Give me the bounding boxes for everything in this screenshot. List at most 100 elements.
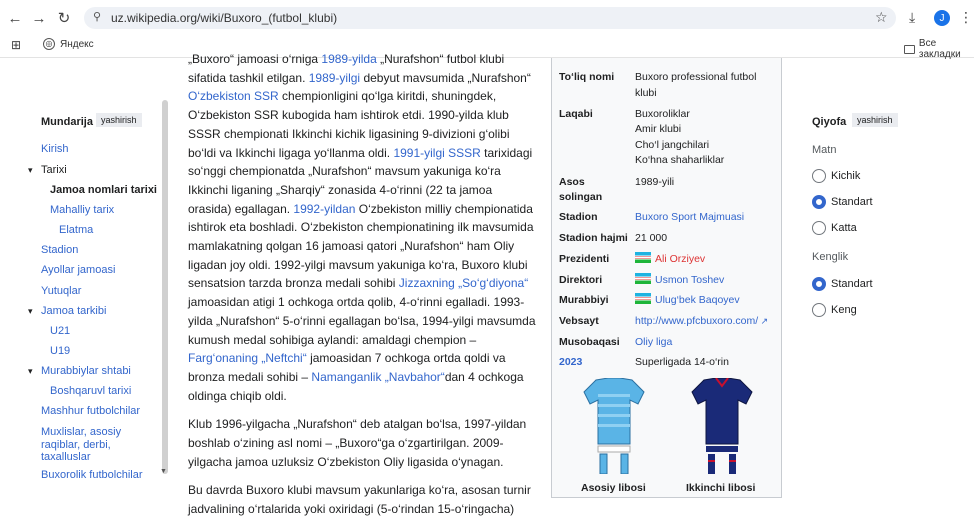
- infobox-key: Asos solingan: [559, 176, 603, 203]
- infobox-link[interactable]: Oliy liga: [635, 336, 672, 348]
- radio-label: Keng: [831, 304, 857, 316]
- toc-item[interactable]: Ayollar jamoasi: [41, 264, 115, 276]
- appearance-title: Qiyofa: [812, 116, 847, 128]
- toc-item[interactable]: Mahalliy tarix: [50, 204, 114, 216]
- paragraph: Bu davrda Buxoro klubi mavsum yakunlarig…: [188, 483, 531, 517]
- appearance-hide-button[interactable]: yashirish: [852, 113, 898, 127]
- infobox-key: Stadion hajmi: [559, 232, 628, 244]
- infobox-key: Murabbiyi: [559, 294, 609, 306]
- infobox-key: Stadion: [559, 211, 598, 223]
- apps-grid-icon[interactable]: ⊞: [11, 38, 21, 52]
- bookmark-label: Все закладки: [918, 38, 961, 60]
- infobox-value: Ko‘hna shaharliklar: [635, 154, 725, 166]
- bookmark-label: Яндекс: [60, 38, 94, 50]
- width-wide-radio[interactable]: [812, 303, 826, 317]
- radio-label: Standart: [831, 196, 873, 208]
- text-size-heading: Matn: [812, 144, 837, 156]
- scroll-down-arrow-icon[interactable]: ▼: [160, 468, 167, 475]
- article-body: „Buxoro“ jamoasi o‘rniga 1989-yilda „Nur…: [188, 52, 536, 529]
- paragraph: „Buxoro“ jamoasi o‘rniga 1989-yilda „Nur…: [188, 50, 536, 405]
- globe-icon: ◎: [43, 38, 55, 50]
- toc-item[interactable]: Elatma: [59, 224, 93, 236]
- forward-button[interactable]: →: [28, 7, 50, 29]
- radio-label: Kichik: [831, 170, 861, 182]
- infobox-link[interactable]: Ali Orziyev: [655, 253, 705, 265]
- toc-item[interactable]: Yutuqlar: [41, 285, 81, 297]
- download-icon[interactable]: ⤓: [909, 9, 915, 26]
- toc-item[interactable]: raqiblar, derbi,: [41, 439, 111, 451]
- infobox-link[interactable]: Buxoro Sport Majmuasi: [635, 211, 744, 223]
- menu-icon[interactable]: ⋮: [959, 9, 973, 26]
- toc-item[interactable]: Boshqaruvl tarixi: [50, 385, 131, 397]
- text: jamoasidan atigi 1 ochkoga ortda qolib, …: [188, 295, 536, 347]
- toc-item[interactable]: Buxorolik futbolchilar: [41, 469, 143, 478]
- infobox-value: Buxoroliklar: [635, 108, 690, 120]
- text: „Buxoro“ jamoasi o‘rniga: [188, 52, 322, 66]
- infobox: To‘liq nomi Buxoro professional futbol k…: [551, 58, 782, 498]
- toc-item[interactable]: Tarixi: [41, 164, 67, 176]
- text-size-small-radio[interactable]: [812, 169, 826, 183]
- away-kit-caption: Ikkinchi libosi: [686, 482, 756, 494]
- radio-label: Standart: [831, 278, 873, 290]
- radio-label: Katta: [831, 222, 857, 234]
- infobox-key: Prezidenti: [559, 253, 610, 265]
- uzbekistan-flag-icon: [635, 273, 651, 284]
- toc-item[interactable]: Stadion: [41, 244, 78, 256]
- chevron-down-icon[interactable]: ▾: [28, 165, 33, 176]
- home-kit-image: [583, 378, 645, 474]
- paragraph: Klub 1996-yilgacha „Nurafshon“ deb atalg…: [188, 417, 527, 469]
- toc-item[interactable]: Mashhur futbolchilar: [41, 405, 140, 417]
- address-bar[interactable]: ⚲ uz.wikipedia.org/wiki/Buxoro_(futbol_k…: [84, 7, 896, 29]
- away-kit-image: [691, 378, 753, 474]
- folder-icon: [904, 44, 915, 54]
- link[interactable]: 1991-yilgi SSSR: [393, 146, 480, 160]
- text-size-standard-radio[interactable]: [812, 195, 826, 209]
- infobox-value: 1989-yili: [635, 176, 675, 188]
- toc-item[interactable]: Kirish: [41, 143, 69, 155]
- infobox-key: Direktori: [559, 274, 603, 286]
- infobox-value: Buxoro professional futbol klubi: [635, 71, 757, 99]
- infobox-year-link[interactable]: 2023: [559, 355, 635, 370]
- infobox-key: To‘liq nomi: [559, 71, 615, 83]
- back-button[interactable]: ←: [4, 7, 26, 29]
- uzbekistan-flag-icon: [635, 293, 651, 304]
- toc-item[interactable]: U19: [50, 345, 70, 357]
- chevron-down-icon[interactable]: ▾: [28, 366, 33, 377]
- infobox-value: 21 000: [635, 232, 668, 244]
- url-text: uz.wikipedia.org/wiki/Buxoro_(futbol_klu…: [111, 11, 338, 25]
- profile-avatar[interactable]: J: [934, 10, 950, 26]
- link[interactable]: Jizzaxning „So‘g‘diyona“: [399, 276, 528, 290]
- chevron-down-icon[interactable]: ▾: [28, 306, 33, 317]
- reload-button[interactable]: ↻: [53, 7, 75, 29]
- toc-item[interactable]: taxalluslar: [41, 451, 91, 463]
- uzbekistan-flag-icon: [635, 252, 651, 263]
- toc-hide-button[interactable]: yashirish: [96, 113, 142, 127]
- link[interactable]: 1989-yilgi: [309, 71, 360, 85]
- text: debyut mavsumida „Nurafshon“: [360, 70, 531, 85]
- toc-scrollbar[interactable]: [162, 100, 168, 474]
- infobox-key: Vebsayt: [559, 315, 599, 327]
- site-info-icon[interactable]: ⚲: [93, 10, 101, 23]
- link[interactable]: Namanganlik „Navbahor“: [311, 370, 444, 384]
- infobox-link[interactable]: http://www.pfcbuxoro.com/: [635, 315, 758, 327]
- toc-item[interactable]: U21: [50, 325, 70, 337]
- link[interactable]: O‘zbekiston SSR: [188, 89, 279, 103]
- external-link-icon: ↗: [758, 316, 769, 326]
- toc-title: Mundarija: [41, 116, 93, 128]
- link[interactable]: 1989-yilda: [321, 52, 376, 66]
- link[interactable]: 1992-yildan: [293, 202, 355, 216]
- infobox-value: Superligada 14-o‘rin: [635, 356, 729, 368]
- bookmark-star-icon[interactable]: ☆: [875, 9, 888, 26]
- toc-item[interactable]: Muxlislar, asosiy: [41, 426, 121, 438]
- toc-item-current[interactable]: Jamoa nomlari tarixi: [50, 184, 157, 196]
- toc-item[interactable]: Jamoa tarkibi: [41, 305, 106, 317]
- infobox-key: Laqabi: [559, 108, 593, 120]
- link[interactable]: Farg‘onaning „Neftchi“: [188, 351, 307, 365]
- text-size-large-radio[interactable]: [812, 221, 826, 235]
- toc-item[interactable]: Murabbiylar shtabi: [41, 365, 131, 377]
- all-bookmarks-button[interactable]: Все закладки: [904, 38, 974, 60]
- infobox-link[interactable]: Ulug‘bek Baqoyev: [655, 294, 740, 306]
- width-standard-radio[interactable]: [812, 277, 826, 291]
- bookmark-yandex[interactable]: ◎ Яндекс: [43, 38, 94, 50]
- infobox-link[interactable]: Usmon Toshev: [655, 274, 724, 286]
